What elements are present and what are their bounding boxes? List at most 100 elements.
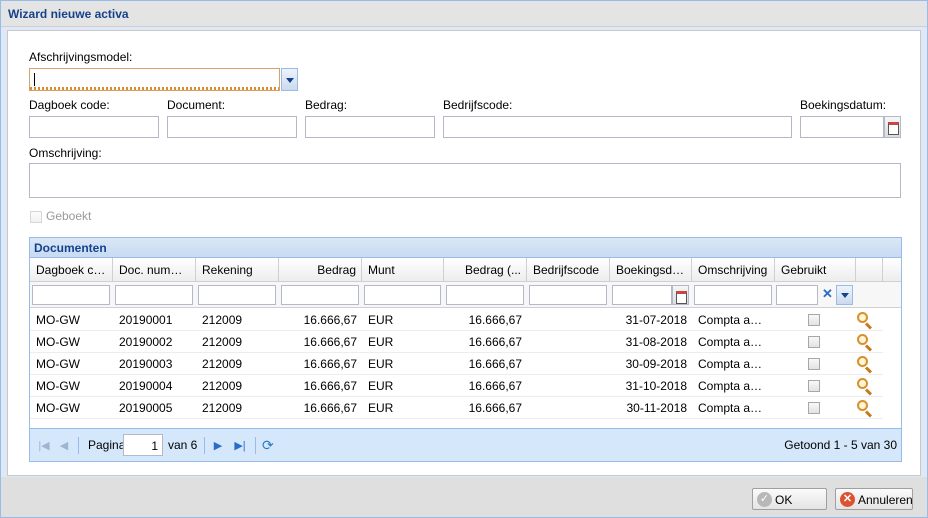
col-header-munt[interactable]: Munt bbox=[362, 258, 444, 282]
next-page-icon[interactable]: ▶ bbox=[212, 439, 224, 453]
col-header-omschrijving[interactable]: Omschrijving bbox=[692, 258, 775, 282]
paging-summary: Getoond 1 - 5 van 30 bbox=[784, 438, 897, 452]
geboekt-checkbox[interactable] bbox=[30, 211, 42, 223]
filter-gebruikt[interactable] bbox=[776, 285, 818, 305]
grid-header: Dagboek code Doc. nummer Rekening Bedrag… bbox=[30, 258, 901, 282]
window-titlebar[interactable]: Wizard nieuwe activa bbox=[1, 1, 927, 27]
toolbar-separator bbox=[78, 437, 79, 454]
page-number-input[interactable]: 1 bbox=[123, 434, 163, 456]
omschrijving-field[interactable] bbox=[29, 163, 901, 198]
col-header-bedrag[interactable]: Bedrag bbox=[279, 258, 362, 282]
col-header-action bbox=[856, 258, 883, 282]
filter-omschrijving[interactable] bbox=[694, 285, 772, 305]
cell-dagboek: MO-GW bbox=[36, 357, 80, 371]
magnifier-icon[interactable] bbox=[856, 399, 874, 418]
magnifier-icon[interactable] bbox=[856, 355, 874, 374]
table-row[interactable]: MO-GW 20190005 212009 16.666,67 EUR 16.6… bbox=[30, 397, 883, 419]
cancel-button-label: Annuleren bbox=[858, 493, 913, 507]
first-page-icon[interactable]: |◀ bbox=[38, 439, 50, 453]
ok-button[interactable]: ✓ OK bbox=[752, 488, 827, 510]
grid-filter-row: ✕ bbox=[30, 282, 901, 308]
table-row[interactable]: MO-GW 20190001 212009 16.666,67 EUR 16.6… bbox=[30, 309, 883, 331]
dagboek-code-label: Dagboek code: bbox=[29, 98, 110, 112]
cancel-button[interactable]: ✕ Annuleren bbox=[835, 488, 913, 510]
magnifier-icon[interactable] bbox=[856, 377, 874, 396]
cell-bedrijfscode bbox=[527, 375, 610, 397]
col-header-bedrijfscode[interactable]: Bedrijfscode bbox=[527, 258, 610, 282]
magnifier-icon[interactable] bbox=[856, 333, 874, 352]
page-label: Pagina bbox=[88, 438, 126, 452]
cell-rekening: 212009 bbox=[202, 401, 243, 415]
cell-doc-nummer: 20190005 bbox=[119, 401, 173, 415]
gebruikt-checkbox[interactable] bbox=[808, 314, 820, 326]
window-title: Wizard nieuwe activa bbox=[8, 7, 129, 21]
bedrijfscode-label: Bedrijfscode: bbox=[443, 98, 513, 112]
cell-bedrijfscode bbox=[527, 397, 610, 419]
prev-page-icon[interactable]: ◀ bbox=[58, 439, 70, 453]
gebruikt-checkbox[interactable] bbox=[808, 380, 820, 392]
col-header-boekingsdatum[interactable]: Boekingsdatum bbox=[610, 258, 692, 282]
filter-bedrijfscode[interactable] bbox=[529, 285, 607, 305]
cell-dagboek: MO-GW bbox=[36, 335, 80, 349]
afschrijvingsmodel-combo[interactable] bbox=[29, 68, 280, 91]
check-icon: ✓ bbox=[757, 492, 772, 507]
bedrijfscode-field[interactable] bbox=[443, 116, 792, 138]
cell-omschrijving: Compta am... bbox=[698, 335, 771, 349]
filter-dropdown-trigger[interactable] bbox=[836, 285, 853, 305]
col-header-rekening[interactable]: Rekening bbox=[196, 258, 279, 282]
wizard-window: Wizard nieuwe activa Afschrijvingsmodel:… bbox=[0, 0, 928, 518]
filter-bedrag-valuta[interactable] bbox=[446, 285, 524, 305]
filter-boekingsdatum[interactable] bbox=[612, 285, 672, 305]
cell-doc-nummer: 20190003 bbox=[119, 357, 173, 371]
filter-dagboek[interactable] bbox=[32, 285, 110, 305]
cell-bedrag: 16.666,67 bbox=[303, 379, 357, 393]
col-header-doc-nummer[interactable]: Doc. nummer bbox=[113, 258, 196, 282]
cell-bedrag: 16.666,67 bbox=[303, 401, 357, 415]
boekingsdatum-field[interactable] bbox=[800, 116, 884, 138]
omschrijving-label: Omschrijving: bbox=[29, 146, 102, 160]
cell-omschrijving: Compta am... bbox=[698, 313, 771, 327]
cell-bedrag-valuta: 16.666,67 bbox=[468, 335, 522, 349]
filter-bedrag[interactable] bbox=[281, 285, 359, 305]
gebruikt-checkbox[interactable] bbox=[808, 336, 820, 348]
cell-boekingsdatum: 30-11-2018 bbox=[626, 401, 688, 415]
col-header-gebruikt[interactable]: Gebruikt bbox=[775, 258, 856, 282]
table-row[interactable]: MO-GW 20190004 212009 16.666,67 EUR 16.6… bbox=[30, 375, 883, 397]
filter-calendar-icon[interactable] bbox=[672, 285, 689, 305]
cell-doc-nummer: 20190001 bbox=[119, 313, 173, 327]
bedrag-field[interactable] bbox=[305, 116, 435, 138]
calendar-icon[interactable] bbox=[884, 116, 901, 138]
clear-filter-icon[interactable]: ✕ bbox=[822, 287, 833, 300]
toolbar-separator bbox=[255, 437, 256, 454]
dagboek-code-field[interactable] bbox=[29, 116, 159, 138]
gebruikt-checkbox[interactable] bbox=[808, 402, 820, 414]
cell-rekening: 212009 bbox=[202, 357, 243, 371]
cell-boekingsdatum: 31-08-2018 bbox=[625, 335, 687, 349]
filter-doc-nummer[interactable] bbox=[115, 285, 193, 305]
gebruikt-checkbox[interactable] bbox=[808, 358, 820, 370]
cell-dagboek: MO-GW bbox=[36, 401, 80, 415]
cell-bedrag-valuta: 16.666,67 bbox=[468, 313, 522, 327]
filter-munt[interactable] bbox=[364, 285, 441, 305]
last-page-icon[interactable]: ▶| bbox=[233, 439, 247, 453]
document-label: Document: bbox=[167, 98, 226, 112]
table-row[interactable]: MO-GW 20190003 212009 16.666,67 EUR 16.6… bbox=[30, 353, 883, 375]
col-header-dagboek[interactable]: Dagboek code bbox=[30, 258, 113, 282]
cell-rekening: 212009 bbox=[202, 313, 243, 327]
table-row[interactable]: MO-GW 20190002 212009 16.666,67 EUR 16.6… bbox=[30, 331, 883, 353]
text-cursor bbox=[34, 73, 35, 86]
refresh-icon[interactable]: ⟳ bbox=[262, 437, 278, 453]
ok-button-label: OK bbox=[775, 493, 793, 507]
col-header-bedrag-valuta[interactable]: Bedrag (... bbox=[444, 258, 527, 282]
cell-doc-nummer: 20190002 bbox=[119, 335, 173, 349]
combo-dropdown-trigger[interactable] bbox=[281, 68, 298, 91]
cell-bedrijfscode bbox=[527, 331, 610, 353]
cell-bedrijfscode bbox=[527, 353, 610, 375]
magnifier-icon[interactable] bbox=[856, 311, 874, 330]
cell-bedrag: 16.666,67 bbox=[303, 357, 357, 371]
cancel-icon: ✕ bbox=[840, 492, 855, 507]
document-field[interactable] bbox=[167, 116, 297, 138]
form-panel: Afschrijvingsmodel: Dagboek code: Docume… bbox=[7, 30, 921, 476]
filter-rekening[interactable] bbox=[198, 285, 276, 305]
cell-rekening: 212009 bbox=[202, 379, 243, 393]
